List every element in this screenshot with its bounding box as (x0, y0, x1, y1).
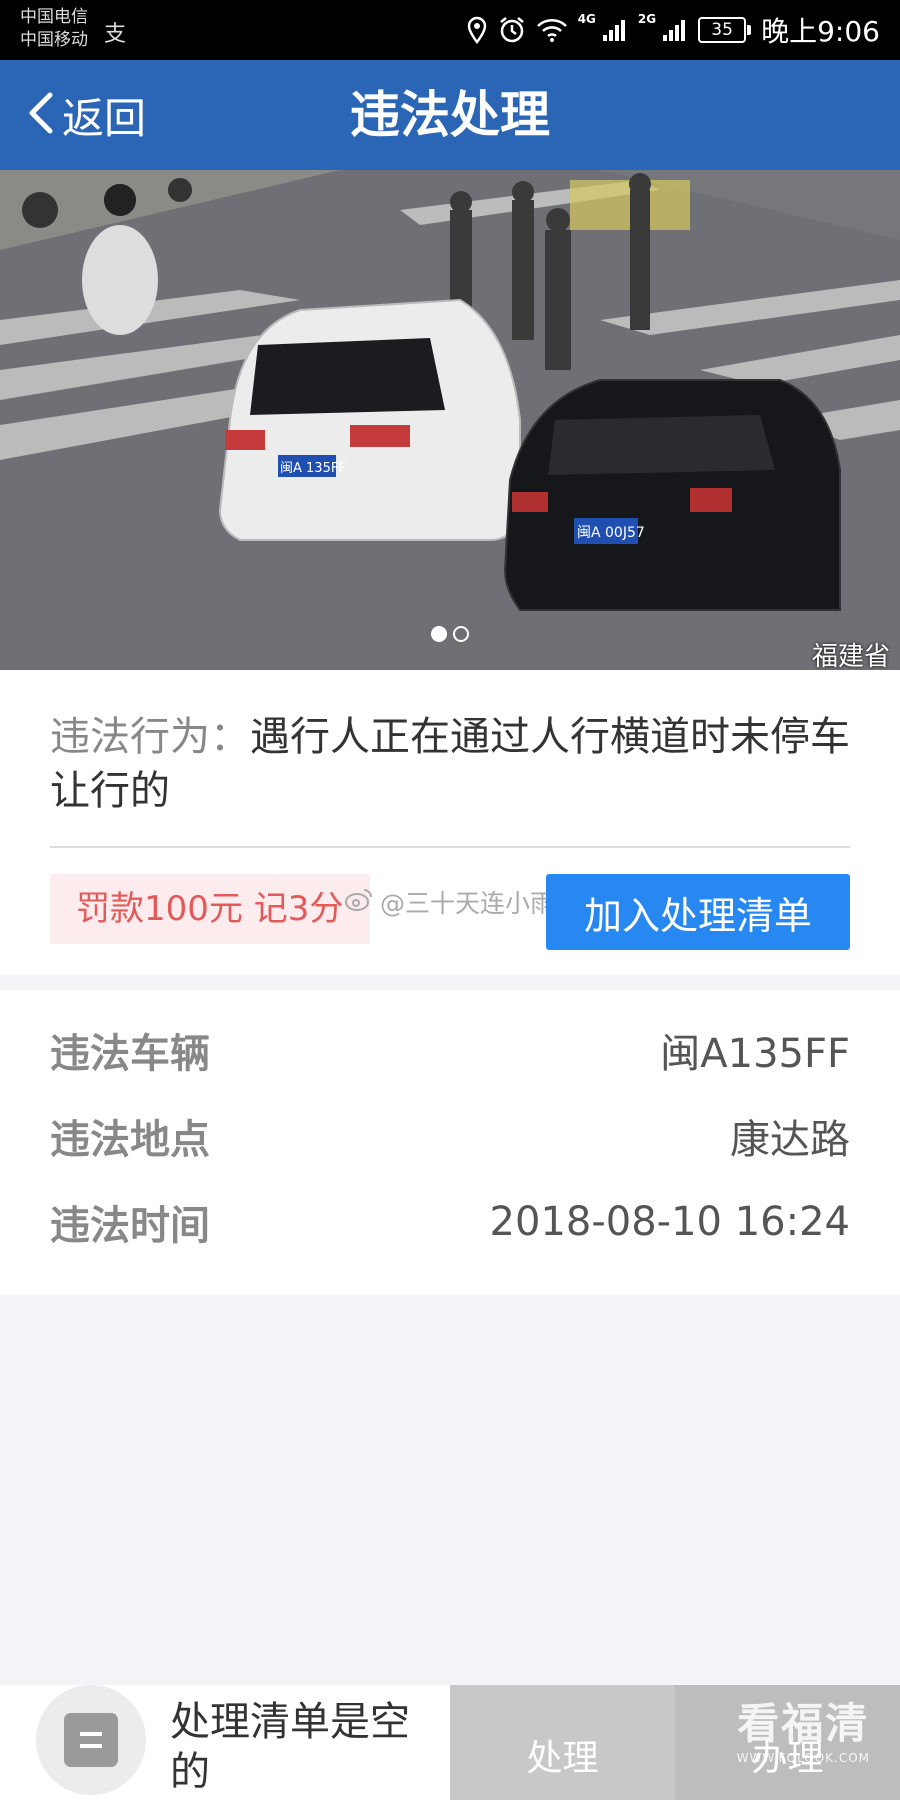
photo-pager[interactable] (0, 626, 900, 642)
site-watermark-url: WWW.FQLOOK.COM (736, 1751, 870, 1765)
back-label: 返回 (62, 93, 147, 143)
detail-label: 违法时间 (50, 1203, 210, 1249)
violation-behavior-label: 违法行为： (50, 714, 250, 760)
network-type-1: 4G (577, 12, 596, 26)
network-type-2: 2G (637, 12, 657, 26)
weibo-icon (344, 887, 374, 917)
clock: 晚上9:06 (761, 15, 880, 48)
detail-value: 2018-08-10 16:24 (489, 1199, 850, 1245)
location-icon (466, 16, 488, 44)
alipay-notification-icon: 支 (104, 22, 127, 47)
add-to-list-button[interactable]: 加入处理清单 (546, 874, 850, 950)
pager-dot-1[interactable] (431, 626, 447, 642)
nav-bar: 返回 违法处理 (0, 60, 900, 170)
carrier-info: 中国电信 中国移动 (20, 6, 88, 52)
violation-card: 违法行为：遇行人正在通过人行横道时未停车让行的 罚款100元 记3分 @三十天连… (0, 670, 900, 975)
signal-icon (602, 18, 628, 42)
status-icons: 4G 2G 35 晚上9:06 (466, 0, 880, 60)
violation-behavior: 违法行为：遇行人正在通过人行横道时未停车让行的 (50, 710, 850, 818)
detail-row-vehicle: 违法车辆 闽A135FF (50, 1020, 850, 1080)
signal-icon (662, 18, 688, 42)
photo-watermark: 福建省 (811, 642, 890, 672)
wifi-icon (536, 17, 568, 43)
empty-list-text: 处理清单是空的 (170, 1699, 410, 1795)
status-bar: 中国电信 中国移动 支 4G 2G 35 晚上9:06 (0, 0, 900, 60)
weibo-watermark-text: @三十天连小雨 (380, 889, 556, 918)
plate-white-car: 闽A 135FF (280, 461, 346, 476)
detail-label: 违法车辆 (50, 1031, 210, 1077)
plate-black-car: 闽A 00J57 (577, 525, 645, 541)
violation-photo[interactable]: 闽A 135FF 闽A 00J57 (0, 170, 900, 670)
divider (50, 846, 850, 848)
detail-value: 闽A135FF (660, 1031, 850, 1077)
chevron-left-icon (26, 91, 56, 139)
fine-badge: 罚款100元 记3分 (50, 874, 370, 944)
detail-row-location: 违法地点 康达路 (50, 1106, 850, 1166)
pager-dot-2[interactable] (453, 626, 469, 642)
site-watermark: 看福清 WWW.FQLOOK.COM (737, 1690, 870, 1765)
process-button[interactable]: 处理 (450, 1685, 675, 1800)
carrier-1: 中国电信 (20, 7, 88, 27)
detail-label: 违法地点 (50, 1117, 210, 1163)
weibo-watermark: @三十天连小雨 (344, 884, 555, 920)
list-icon (64, 1713, 118, 1767)
alarm-icon (498, 16, 526, 44)
carrier-2: 中国移动 (20, 30, 88, 50)
violation-details: 违法车辆 闽A135FF 违法地点 康达路 违法时间 2018-08-10 16… (0, 990, 900, 1295)
battery-level: 35 (698, 17, 747, 43)
detail-row-time: 违法时间 2018-08-10 16:24 (50, 1192, 850, 1252)
process-list-button[interactable] (36, 1685, 146, 1795)
battery-icon: 35 (698, 17, 752, 43)
detail-value: 康达路 (730, 1117, 850, 1163)
back-button[interactable]: 返回 (26, 60, 146, 170)
site-watermark-logo: 看福清 (737, 1699, 870, 1748)
